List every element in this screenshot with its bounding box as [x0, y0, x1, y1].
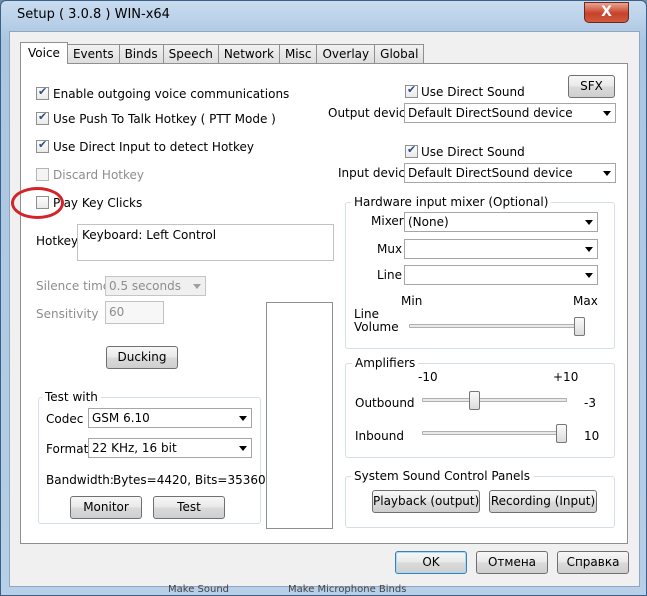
inbound-slider-thumb[interactable]: [556, 424, 567, 443]
tab-misc[interactable]: Misc: [278, 44, 318, 64]
chevron-down-icon: [603, 171, 611, 176]
ducking-button[interactable]: Ducking: [106, 346, 178, 369]
outbound-track[interactable]: [422, 398, 567, 402]
test-button[interactable]: Test: [153, 496, 225, 519]
cancel-button[interactable]: Отмена: [476, 551, 548, 574]
line-select[interactable]: [404, 265, 598, 285]
chevron-down-icon: [193, 284, 201, 289]
use-direct-input-label: Use Direct Input to detect Hotkey: [53, 140, 255, 154]
codec-label: Codec: [46, 412, 84, 426]
silence-time-label: Silence time: [36, 279, 111, 293]
format-select[interactable]: 22 KHz, 16 bit: [88, 438, 252, 458]
line-volume-track[interactable]: [409, 324, 584, 328]
enable-outgoing-checkbox[interactable]: [36, 85, 49, 100]
level-meter: [266, 302, 333, 529]
amplifier-max-label: +10: [553, 370, 579, 384]
output-device-value: Default DirectSound device: [408, 106, 573, 120]
format-label: Format: [46, 442, 89, 456]
chevron-down-icon: [585, 273, 593, 278]
tab-speech[interactable]: Speech: [162, 44, 219, 64]
use-ptt-checkbox[interactable]: [36, 110, 49, 125]
play-key-clicks-label: Play Key Clicks: [53, 196, 143, 210]
line-volume-max-label: Max: [573, 294, 598, 308]
highlight-circle: [11, 187, 64, 219]
bandwidth-label: Bandwidth:: [46, 473, 114, 487]
tab-global[interactable]: Global: [374, 44, 425, 64]
output-direct-sound-label: Use Direct Sound: [421, 85, 525, 99]
tab-strip: Voice Events Binds Speech Network Misc O…: [20, 42, 425, 64]
test-with-title: Test with: [42, 390, 101, 404]
chevron-down-icon: [239, 416, 247, 421]
input-direct-sound-label: Use Direct Sound: [421, 145, 525, 159]
tab-voice[interactable]: Voice: [20, 42, 68, 64]
help-button[interactable]: Справка: [557, 551, 629, 574]
input-device-select[interactable]: Default DirectSound device: [404, 163, 616, 183]
chevron-down-icon: [603, 111, 611, 116]
enable-outgoing-label: Enable outgoing voice communications: [53, 87, 290, 101]
mixer-label: Mixer: [371, 214, 404, 228]
silence-time-select[interactable]: 0.5 seconds: [105, 276, 206, 296]
line-volume-label-2: Volume: [354, 320, 399, 334]
chevron-down-icon: [585, 220, 593, 225]
inbound-label: Inbound: [355, 429, 404, 443]
recording-input-button[interactable]: Recording (Input): [489, 490, 597, 513]
inbound-value: 10: [584, 429, 600, 443]
inbound-track[interactable]: [422, 431, 567, 435]
tab-events[interactable]: Events: [66, 44, 120, 64]
sensitivity-label: Sensitivity: [36, 307, 99, 321]
outbound-slider-thumb[interactable]: [469, 391, 480, 410]
sensitivity-value: 60: [109, 305, 125, 319]
line-volume-slider-thumb[interactable]: [574, 317, 585, 336]
line-label: Line: [377, 268, 403, 282]
input-device-value: Default DirectSound device: [408, 166, 573, 180]
discard-hotkey-label: Discard Hotkey: [53, 168, 145, 182]
codec-select[interactable]: GSM 6.10: [88, 408, 252, 428]
system-sound-title: System Sound Control Panels: [351, 469, 533, 483]
background-text-microphone-binds: Make Microphone Binds: [288, 584, 407, 595]
window-title: Setup ( 3.0.8 ) WIN-x64: [17, 7, 170, 22]
bandwidth-value: Bytes=4420, Bits=35360: [113, 473, 266, 487]
amplifier-min-label: -10: [418, 370, 438, 384]
playback-output-button[interactable]: Playback (output): [372, 490, 480, 513]
input-device-label: Input device: [338, 166, 413, 180]
monitor-button[interactable]: Monitor: [70, 496, 142, 519]
hotkey-value: Keyboard: Left Control: [82, 228, 217, 242]
amplifiers-title: Amplifiers: [352, 356, 419, 370]
chevron-down-icon: [585, 247, 593, 252]
tab-overlay[interactable]: Overlay: [316, 44, 376, 64]
tab-binds[interactable]: Binds: [118, 44, 164, 64]
close-icon: X: [601, 4, 612, 20]
sfx-button[interactable]: SFX: [568, 75, 615, 98]
background-text-make-sound: Make Sound: [168, 584, 230, 595]
mixer-select[interactable]: (None): [404, 212, 598, 232]
output-direct-sound-checkbox[interactable]: [405, 83, 418, 98]
outbound-value: -3: [584, 396, 596, 410]
outbound-label: Outbound: [355, 396, 415, 410]
mux-label: Mux: [377, 242, 403, 256]
hardware-mixer-title: Hardware input mixer (Optional): [351, 195, 552, 209]
mux-select[interactable]: [404, 239, 598, 259]
format-value: 22 KHz, 16 bit: [92, 441, 177, 455]
sensitivity-field[interactable]: 60: [105, 301, 164, 324]
input-direct-sound-checkbox[interactable]: [405, 143, 418, 158]
line-volume-min-label: Min: [401, 294, 423, 308]
mixer-value: (None): [408, 215, 449, 229]
use-ptt-label: Use Push To Talk Hotkey ( PTT Mode ): [53, 112, 276, 126]
chevron-down-icon: [239, 446, 247, 451]
use-direct-input-checkbox[interactable]: [36, 138, 49, 153]
silence-time-value: 0.5 seconds: [109, 279, 181, 293]
tab-network[interactable]: Network: [217, 44, 280, 64]
line-volume-label-1: Line: [354, 307, 380, 321]
hotkey-label: Hotkey: [36, 234, 79, 248]
ok-button[interactable]: OK: [395, 551, 467, 574]
output-device-label: Output device: [328, 106, 413, 120]
close-button[interactable]: X: [584, 2, 629, 23]
discard-hotkey-checkbox[interactable]: [36, 168, 49, 181]
title-bar[interactable]: Setup ( 3.0.8 ) WIN-x64 X: [1, 1, 646, 31]
hotkey-field[interactable]: Keyboard: Left Control: [77, 224, 334, 261]
codec-value: GSM 6.10: [92, 411, 150, 425]
background-window-strip: Make Sound Make Microphone Binds: [140, 584, 640, 596]
output-device-select[interactable]: Default DirectSound device: [404, 103, 616, 123]
